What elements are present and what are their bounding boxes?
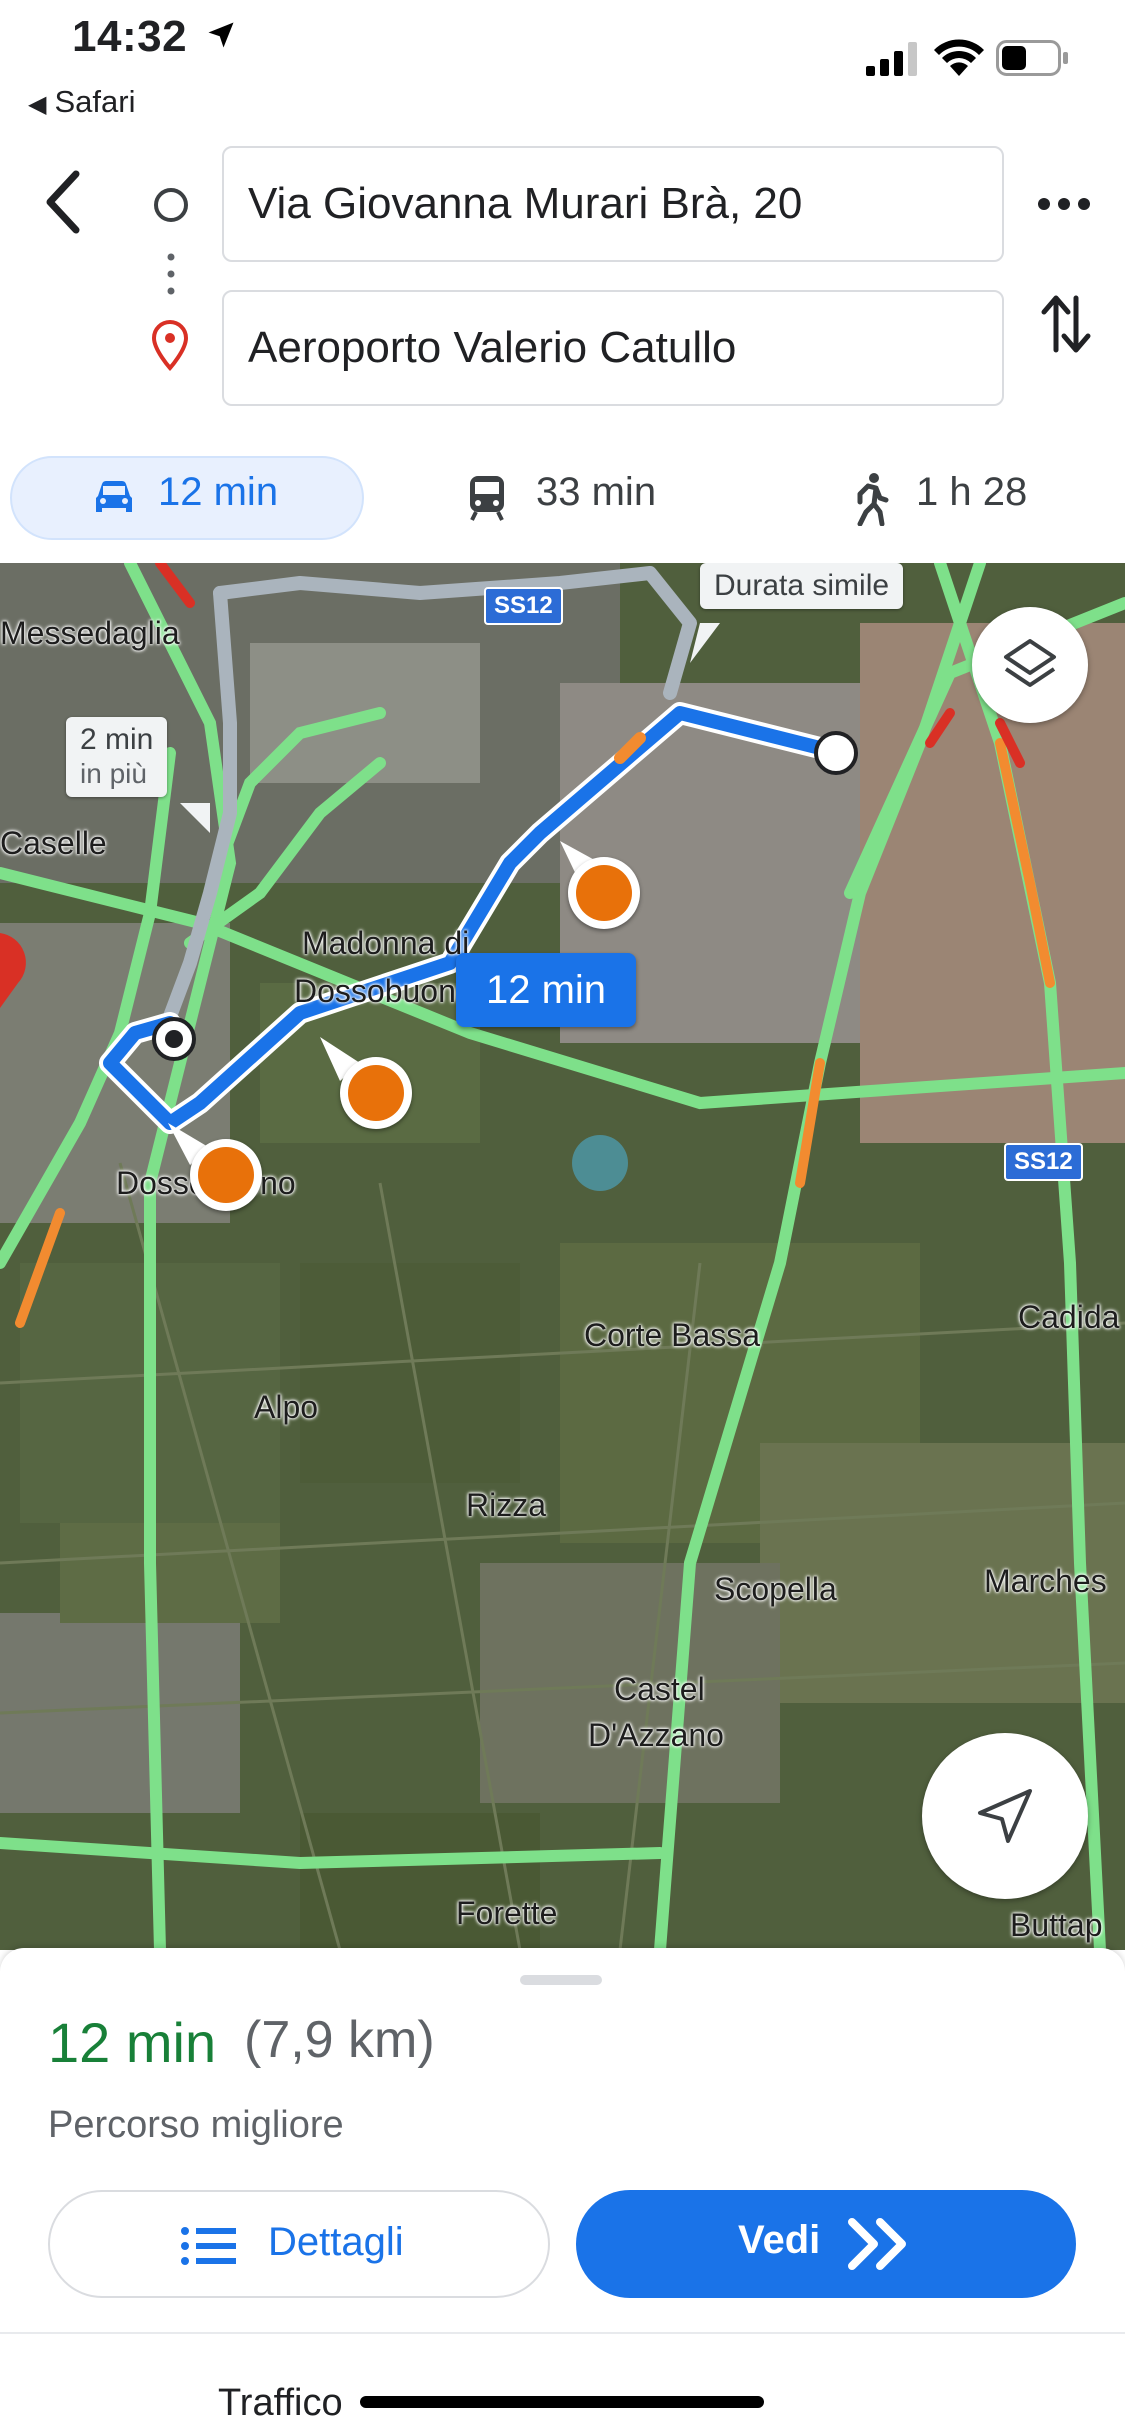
map-view[interactable]: Messedaglia Caselle Madonna di Dossobuon…: [0, 563, 1125, 1950]
place-madonna-di: Madonna di: [302, 925, 470, 961]
route-description: Percorso migliore: [48, 2104, 344, 2146]
road-shield-ss12: SS12: [484, 587, 563, 625]
double-chevron-right-icon: [848, 2218, 906, 2270]
battery-icon: [996, 40, 1068, 76]
sheet-divider: [0, 2332, 1125, 2334]
status-time: 14:32: [72, 12, 188, 61]
place-caselle: Caselle: [0, 825, 107, 861]
layers-button[interactable]: [972, 607, 1088, 723]
mode-tab-car[interactable]: 12 min: [10, 456, 364, 540]
mode-car-label: 12 min: [158, 470, 279, 514]
back-to-safari-link[interactable]: ◀ Safari: [28, 84, 135, 120]
road-shield-ss12: SS12: [1004, 1143, 1083, 1181]
preview-button[interactable]: Vedi: [576, 2190, 1076, 2298]
list-icon: [181, 2227, 236, 2265]
layers-icon: [1004, 639, 1056, 687]
place-rizza: Rizza: [466, 1487, 547, 1523]
preview-label: Vedi: [738, 2218, 821, 2262]
eta-distance: (7,9 km): [244, 2011, 435, 2069]
place-scopella: Scopella: [714, 1571, 837, 1607]
place-marches: Marches: [984, 1563, 1107, 1599]
swap-icon[interactable]: [1040, 292, 1092, 356]
train-icon: [470, 476, 504, 521]
origin-circle-icon: [154, 188, 188, 222]
speed-camera-icon[interactable]: [340, 1057, 412, 1129]
place-messedaglia: Messedaglia: [0, 615, 180, 651]
car-icon: [96, 481, 132, 512]
back-app-label: Safari: [54, 84, 136, 119]
place-cadida: Cadida: [1018, 1299, 1120, 1335]
more-icon[interactable]: [1036, 186, 1092, 222]
location-arrow-icon: [208, 22, 234, 48]
signal-icon: [866, 42, 917, 76]
map-canvas: [0, 563, 1125, 1950]
details-label: Dettagli: [268, 2220, 404, 2264]
alt-route-callout-slower[interactable]: 2 min in più: [66, 717, 168, 797]
route-connector-dots: [167, 253, 175, 295]
back-triangle-icon: ◀: [28, 91, 47, 118]
walk-icon: [857, 473, 889, 526]
locate-arrow-icon: [978, 1789, 1032, 1843]
place-forette: Forette: [456, 1895, 558, 1931]
traffic-section-label[interactable]: Traffico: [218, 2382, 343, 2425]
back-arrow-icon[interactable]: [40, 168, 92, 236]
home-indicator[interactable]: [360, 2396, 764, 2408]
place-castel: Castel: [614, 1671, 705, 1707]
speed-camera-icon[interactable]: [190, 1139, 262, 1211]
destination-pin-icon: [151, 320, 189, 372]
eta-time: 12 min: [48, 2011, 217, 2074]
destination-field[interactable]: Aeroporto Valerio Catullo: [222, 290, 1004, 406]
alt-route-extra-time: 2 min: [80, 723, 154, 756]
details-button[interactable]: Dettagli: [48, 2190, 550, 2298]
place-dazzano: D'Azzano: [588, 1717, 724, 1753]
wifi-icon: [934, 39, 984, 76]
place-buttap: Buttap: [1010, 1907, 1103, 1943]
alt-route-extra-suffix: in più: [80, 758, 147, 789]
origin-field[interactable]: Via Giovanna Murari Brà, 20: [222, 146, 1004, 262]
my-location-button[interactable]: [922, 1733, 1088, 1899]
route-time-label[interactable]: 12 min: [456, 953, 636, 1027]
alt-route-callout-similar[interactable]: Durata simile: [700, 563, 904, 609]
mode-walk-label: 1 h 28: [916, 470, 1028, 514]
sheet-drag-handle[interactable]: [520, 1975, 602, 1985]
place-corte-bassa: Corte Bassa: [584, 1317, 761, 1353]
speed-camera-icon[interactable]: [568, 857, 640, 929]
place-dossobuono-madonna: Dossobuono: [294, 973, 474, 1009]
mode-transit-label: 33 min: [536, 470, 657, 514]
place-alpo: Alpo: [254, 1389, 319, 1425]
